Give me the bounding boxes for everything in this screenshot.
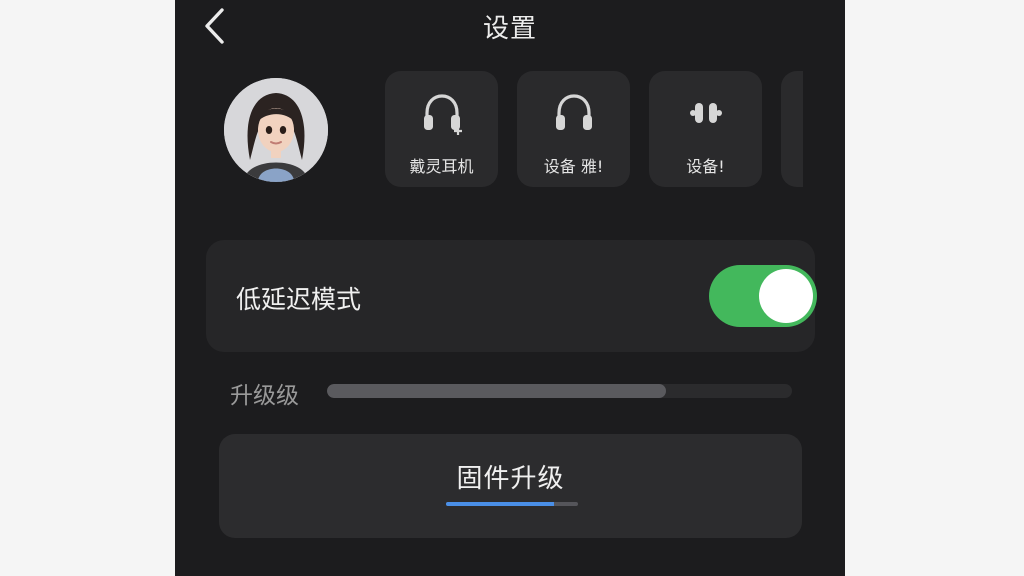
page-title: 设置 [482, 14, 537, 44]
upgrade-progress-bar [327, 384, 792, 398]
firmware-progress-bar [446, 502, 578, 506]
headphones-add-icon [418, 89, 466, 137]
firmware-upgrade-label: 固件升级 [456, 464, 565, 494]
upgrade-progress-fill [327, 384, 667, 398]
headphones-icon [550, 89, 598, 137]
device-card-2[interactable]: 设备 雅! [517, 71, 630, 187]
phone-screen: 设置 戴灵耳机 设备 雅! 设备! 低延迟模式 升级级 固件升级 [175, 0, 845, 576]
avatar[interactable] [224, 78, 328, 182]
toggle-knob [759, 269, 813, 323]
firmware-progress-fill [446, 502, 555, 506]
device-card-partial[interactable] [781, 71, 803, 187]
device-label: 设备! [686, 157, 725, 176]
low-latency-row: 低延迟模式 [206, 240, 817, 352]
device-label: 戴灵耳机 [409, 157, 474, 176]
low-latency-toggle[interactable] [709, 265, 817, 327]
low-latency-label: 低延迟模式 [236, 285, 362, 314]
earbuds-icon [682, 89, 730, 137]
firmware-upgrade-button[interactable]: 固件升级 [219, 434, 802, 538]
device-card-3[interactable]: 设备! [649, 71, 762, 187]
upgrade-label: 升级级 [230, 383, 299, 409]
device-card-1[interactable]: 戴灵耳机 [385, 71, 498, 187]
device-label: 设备 雅! [543, 157, 604, 176]
